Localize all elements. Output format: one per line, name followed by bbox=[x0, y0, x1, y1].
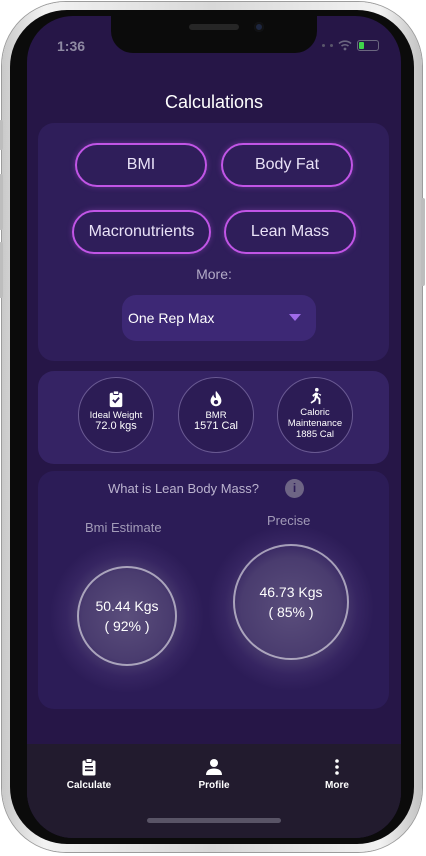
person-icon bbox=[206, 759, 222, 775]
caloric-label-line2: Maintenance bbox=[287, 418, 343, 429]
tab-more-label: More bbox=[325, 780, 349, 791]
bmr-stat[interactable]: BMR 1571 Cal bbox=[178, 377, 254, 453]
flame-icon bbox=[210, 390, 222, 407]
lean-mass-button[interactable]: Lean Mass bbox=[224, 210, 356, 254]
caloric-label-line1: Caloric bbox=[300, 407, 330, 418]
more-label: More: bbox=[196, 266, 232, 282]
tab-profile-label: Profile bbox=[198, 780, 230, 791]
lean-mass-question[interactable]: What is Lean Body Mass? bbox=[108, 481, 259, 496]
tab-more[interactable]: More bbox=[297, 758, 377, 791]
mute-switch bbox=[0, 120, 3, 150]
bmi-estimate-value: 50.44 Kgs bbox=[95, 598, 159, 614]
status-time: 1:36 bbox=[57, 38, 86, 54]
caloric-maintenance-stat[interactable]: Caloric Maintenance 1885 Cal bbox=[277, 377, 353, 453]
page-title: Calculations bbox=[164, 92, 264, 112]
volume-up-button bbox=[0, 174, 3, 230]
tab-calculate[interactable]: Calculate bbox=[49, 758, 129, 791]
bmi-estimate-label: Bmi Estimate bbox=[85, 520, 162, 535]
home-indicator[interactable] bbox=[147, 818, 281, 823]
calculator-dropdown[interactable]: One Rep Max bbox=[122, 295, 316, 341]
ideal-weight-value: 72.0 kgs bbox=[95, 420, 137, 432]
status-icons bbox=[322, 39, 379, 51]
info-icon[interactable]: i bbox=[285, 479, 304, 498]
tab-bar: Calculate Profile More bbox=[27, 744, 401, 838]
front-camera bbox=[254, 22, 264, 32]
speaker bbox=[189, 24, 239, 30]
macronutrients-button[interactable]: Macronutrients bbox=[72, 210, 211, 254]
ideal-weight-stat[interactable]: Ideal Weight 72.0 kgs bbox=[78, 377, 154, 453]
signal-dot bbox=[330, 43, 333, 47]
bmr-value: 1571 Cal bbox=[193, 420, 239, 432]
more-vertical-icon bbox=[335, 759, 339, 775]
tab-profile[interactable]: Profile bbox=[174, 758, 254, 791]
running-person-icon bbox=[310, 387, 322, 405]
bmi-button[interactable]: BMI bbox=[75, 143, 207, 187]
bmi-estimate-percent: ( 92% ) bbox=[104, 618, 150, 634]
bmi-estimate-ring: 50.44 Kgs ( 92% ) bbox=[77, 566, 177, 666]
precise-ring: 46.73 Kgs ( 85% ) bbox=[233, 544, 349, 660]
signal-icon bbox=[322, 43, 325, 47]
caloric-value: 1885 Cal bbox=[295, 429, 335, 440]
dropdown-value: One Rep Max bbox=[128, 310, 215, 326]
wifi-icon bbox=[338, 40, 352, 51]
battery-icon bbox=[357, 39, 379, 51]
tab-calculate-label: Calculate bbox=[66, 780, 112, 791]
app-screen: 1:36 Calculations BMI Body Fat Macronutr… bbox=[27, 16, 401, 838]
precise-percent: ( 85% ) bbox=[268, 604, 314, 620]
volume-down-button bbox=[0, 242, 3, 298]
notch bbox=[111, 16, 317, 53]
clipboard-icon bbox=[82, 758, 96, 776]
precise-value: 46.73 Kgs bbox=[259, 584, 323, 600]
dropdown-caret-icon bbox=[289, 314, 301, 321]
body-fat-button[interactable]: Body Fat bbox=[221, 143, 353, 187]
power-button bbox=[421, 198, 425, 286]
clipboard-check-icon bbox=[109, 390, 123, 408]
